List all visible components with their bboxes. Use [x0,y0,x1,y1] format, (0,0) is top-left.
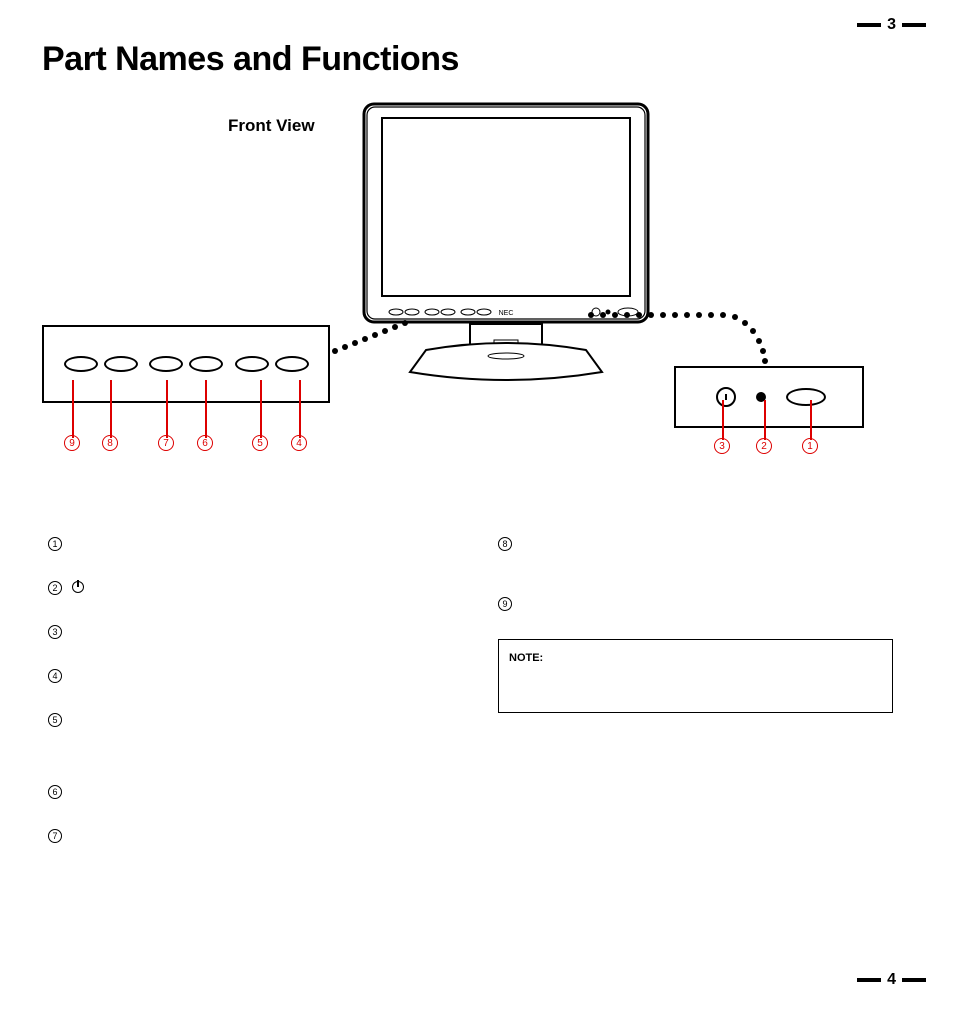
leader-line [110,380,112,438]
callout-number: 5 [252,435,268,451]
oval-button-icon [786,388,826,406]
list-item: 6 [48,783,458,799]
callout-number: 2 [756,438,772,454]
leader-line [299,380,301,438]
list-item: 7 [48,827,458,843]
callout-number: 7 [158,435,174,451]
column-right: 8 9 NOTE: [498,535,908,871]
dash-icon [902,23,926,27]
column-left: 1 2 3 4 5 6 7 [48,535,458,871]
page-title: Part Names and Functions [42,40,459,79]
item-number: 9 [498,597,512,611]
oval-button-icon [149,356,183,372]
leader-line [205,380,207,438]
callout-number: 9 [64,435,80,451]
description-columns: 1 2 3 4 5 6 7 [48,535,908,871]
dash-icon [857,23,881,27]
leader-line [764,400,766,440]
page-number-bottom-value: 4 [887,971,896,989]
oval-button-icon [235,356,269,372]
leader-line [72,380,74,438]
button-group-left [42,325,330,403]
dash-icon [857,978,881,982]
power-button-icon [716,387,736,407]
callout-number: 4 [291,435,307,451]
list-item: 2 [48,579,458,595]
note-label: NOTE: [509,652,543,664]
item-number: 5 [48,713,62,727]
item-number: 1 [48,537,62,551]
list-item: 8 [498,535,908,551]
list-item: 5 [48,711,458,727]
callout-number: 6 [197,435,213,451]
list-item: 9 [498,595,908,611]
leader-line [166,380,168,438]
item-number: 6 [48,785,62,799]
dotted-leader-left [332,320,422,360]
item-text [72,579,84,593]
item-number: 8 [498,537,512,551]
oval-button-icon [104,356,138,372]
callout-number: 8 [102,435,118,451]
page-number-top-value: 3 [887,16,896,34]
page-number-bottom: 4 [857,971,926,989]
leader-line [260,380,262,438]
oval-button-icon [64,356,98,372]
leader-line [722,400,724,440]
brand-text: NEC [499,310,514,317]
power-icon [72,581,84,593]
item-number: 7 [48,829,62,843]
list-item: 4 [48,667,458,683]
leader-line [810,400,812,440]
item-number: 2 [48,581,62,595]
page-number-top: 3 [857,16,926,34]
dash-icon [902,978,926,982]
list-item: 3 [48,623,458,639]
dotted-leader-right [588,312,798,372]
note-box: NOTE: [498,639,893,713]
oval-button-icon [189,356,223,372]
button-group-right [674,366,864,428]
callout-number: 1 [802,438,818,454]
diagram-front-view: NEC [40,90,920,450]
item-number: 3 [48,625,62,639]
list-item: 1 [48,535,458,551]
callout-number: 3 [714,438,730,454]
oval-button-icon [275,356,309,372]
item-number: 4 [48,669,62,683]
